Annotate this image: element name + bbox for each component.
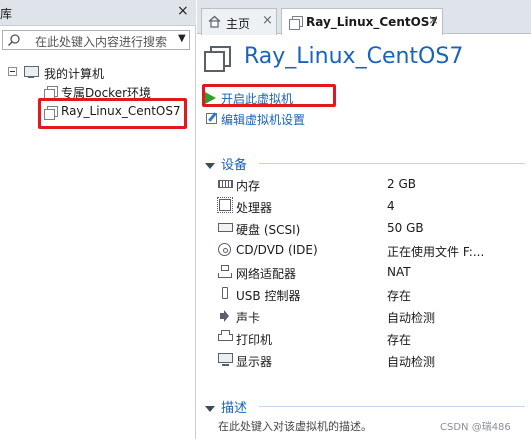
device-row-processor[interactable]: 处理器 4 [217,196,531,218]
device-value: 自动检测 [387,355,436,369]
library-panel: 库 × 在此处键入内容进行搜索 ▼ 我的计算机 专属Docker环境 Ray_L… [0,0,196,439]
device-name: 处理器 [236,201,273,215]
virtual-machine-icon [204,46,231,72]
sound-card-icon [220,313,224,319]
device-row-display[interactable]: 显示器 自动检测 [218,350,531,372]
description-input[interactable]: 在此处键入对该虚拟机的描述。 [218,418,372,434]
device-name: CD/DVD (IDE) [236,243,318,257]
device-name: 显示器 [236,355,273,369]
device-row-cd-dvd[interactable]: CD/DVD (IDE) 正在使用文件 F:... [218,240,531,262]
highlight-box [38,98,187,129]
cd-dvd-icon [218,243,231,256]
device-row-usb-controller[interactable]: USB 控制器 存在 [218,284,531,306]
device-value: 2 GB [387,177,416,191]
virtual-machine-icon [44,86,58,100]
tree-item-my-computer[interactable]: 我的计算机 [8,64,148,82]
printer-icon [218,330,233,341]
collapse-caret-icon [205,405,215,412]
vm-content-panel: 主页 × Ray_Linux_CentOS7 × Ray_Linux_CentO… [197,0,531,439]
device-value: 自动检测 [387,311,436,325]
tab-home-label: 主页 [226,17,251,31]
device-value: 50 GB [387,221,424,235]
search-dropdown-icon[interactable]: ▼ [178,33,186,44]
device-value: NAT [387,265,411,279]
library-search-input[interactable]: 在此处键入内容进行搜索 ▼ [2,30,190,50]
device-row-printer[interactable]: 打印机 存在 [218,328,531,350]
tab-bar: 主页 × Ray_Linux_CentOS7 × [197,0,531,35]
memory-icon [218,180,233,188]
device-row-sound-card[interactable]: 声卡 自动检测 [218,306,531,328]
computer-icon [24,66,39,78]
search-placeholder: 在此处键入内容进行搜索 [35,35,168,49]
section-divider [259,163,525,164]
usb-icon [222,287,228,299]
hard-disk-icon [218,223,233,232]
search-icon [7,34,20,47]
tab-ray-linux-centos7[interactable]: Ray_Linux_CentOS7 × [281,8,443,35]
device-name: 内存 [236,179,261,193]
device-value: 4 [387,199,395,213]
edit-settings-icon [206,113,217,124]
collapse-icon[interactable] [8,67,17,76]
vmware-workstation-window: 库 × 在此处键入内容进行搜索 ▼ 我的计算机 专属Docker环境 Ray_L… [0,0,531,439]
description-heading: 描述 [221,401,248,416]
device-value: 存在 [387,289,412,303]
home-icon [208,15,221,28]
device-value: 存在 [387,333,412,347]
tab-vm-close-button[interactable]: × [428,13,439,28]
network-adapter-icon [218,265,232,278]
device-name: 声卡 [236,311,261,325]
device-name: 打印机 [236,333,273,347]
library-header: 库 × [0,0,196,26]
monitor-icon [218,353,233,366]
tab-home[interactable]: 主页 × [201,8,277,35]
devices-section-header[interactable]: 设备 [205,154,247,173]
virtual-machine-icon [289,16,303,30]
device-row-memory[interactable]: 内存 2 GB [218,174,531,196]
device-name: 硬盘 (SCSI) [236,223,301,237]
library-close-button[interactable]: × [177,3,189,19]
tab-vm-label: Ray_Linux_CentOS7 [306,15,438,29]
watermark: CSDN @瑞486 [440,422,511,433]
tree-item-label: 我的计算机 [44,67,105,81]
cpu-icon [217,197,233,213]
device-name: 网络适配器 [236,267,297,281]
tab-home-close-button[interactable]: × [262,13,273,28]
device-value: 正在使用文件 F:... [387,245,485,259]
devices-heading: 设备 [221,158,248,173]
description-section-header[interactable]: 描述 [205,397,247,416]
highlight-box [202,84,336,107]
vm-title: Ray_Linux_CentOS7 [244,44,464,69]
section-divider [259,406,525,407]
device-name: USB 控制器 [236,289,301,303]
library-title: 库 [0,7,13,21]
device-row-network-adapter[interactable]: 网络适配器 NAT [218,262,531,284]
edit-vm-settings-link[interactable]: 编辑虚拟机设置 [221,111,305,128]
collapse-caret-icon [205,162,215,169]
device-row-hard-disk[interactable]: 硬盘 (SCSI) 50 GB [218,218,531,240]
